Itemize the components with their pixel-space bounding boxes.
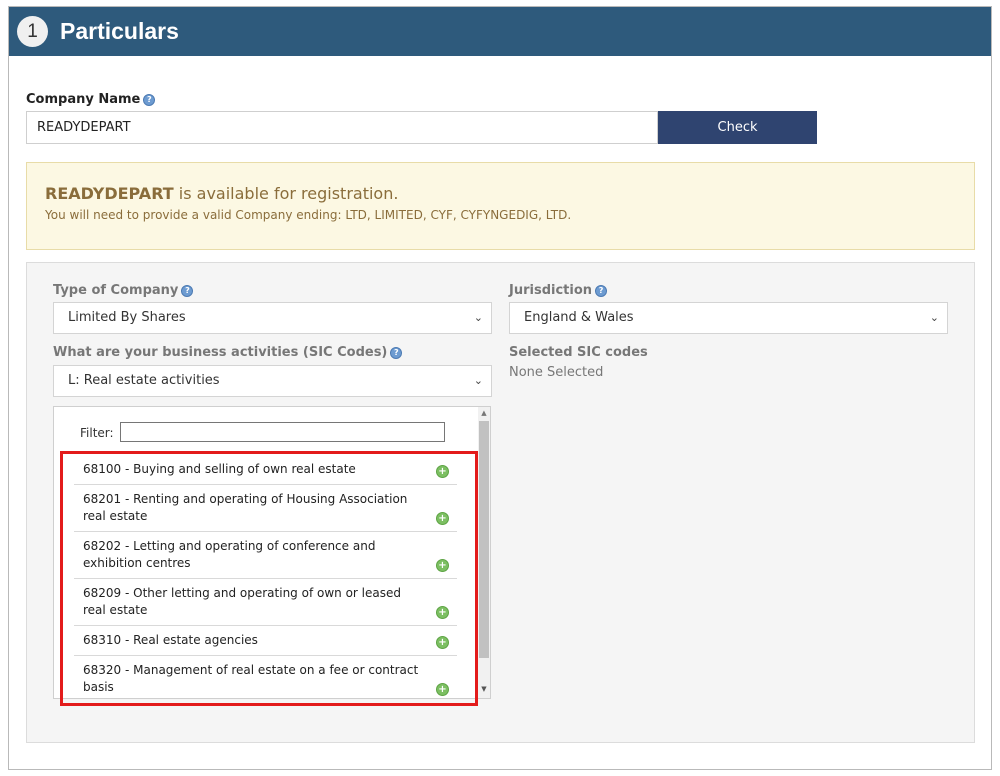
list-item[interactable]: 68202 - Letting and operating of confere… — [74, 532, 457, 579]
selected-sic-label: Selected SIC codes — [509, 345, 648, 360]
help-icon[interactable]: ? — [181, 284, 194, 297]
list-item[interactable]: 68320 - Management of real estate on a f… — [74, 656, 457, 698]
scroll-down-icon[interactable]: ▼ — [478, 685, 490, 693]
sic-codes-label-text: What are your business activities (SIC C… — [53, 345, 388, 360]
sic-item-label: 68209 - Other letting and operating of o… — [83, 586, 401, 617]
availability-alert: READYDEPART is available for registratio… — [26, 162, 975, 250]
chevron-down-icon: ⌄ — [473, 374, 483, 387]
company-details-panel: Type of Company? Limited By Shares ⌄ Jur… — [26, 262, 975, 743]
scroll-thumb[interactable] — [479, 421, 489, 658]
scroll-up-icon[interactable]: ▲ — [478, 409, 490, 417]
add-icon[interactable]: + — [436, 606, 449, 619]
filter-label: Filter: — [80, 426, 114, 440]
check-button[interactable]: Check — [658, 111, 817, 144]
available-company-name: READYDEPART — [45, 184, 174, 203]
help-icon[interactable]: ? — [595, 284, 608, 297]
section-header: 1 Particulars — [9, 7, 991, 56]
add-icon[interactable]: + — [436, 683, 449, 696]
sic-item-label: 68310 - Real estate agencies — [83, 633, 258, 647]
list-item[interactable]: 68209 - Other letting and operating of o… — [74, 579, 457, 626]
jurisdiction-label-text: Jurisdiction — [509, 283, 593, 298]
add-icon[interactable]: + — [436, 465, 449, 478]
list-item[interactable]: 68310 - Real estate agencies + — [74, 626, 457, 656]
type-of-company-label: Type of Company? — [53, 283, 194, 298]
jurisdiction-label: Jurisdiction? — [509, 283, 608, 298]
sic-section-select[interactable]: L: Real estate activities ⌄ — [53, 365, 492, 397]
company-type-select[interactable]: Limited By Shares ⌄ — [53, 302, 492, 334]
company-name-label-text: Company Name — [26, 92, 141, 107]
list-scrollbar[interactable]: ▲ ▼ — [478, 407, 490, 698]
add-icon[interactable]: + — [436, 636, 449, 649]
availability-message: READYDEPART is available for registratio… — [45, 184, 398, 203]
list-item[interactable]: 68201 - Renting and operating of Housing… — [74, 485, 457, 532]
sic-codes-label: What are your business activities (SIC C… — [53, 345, 403, 360]
particulars-panel: 1 Particulars Company Name? Check READYD… — [8, 6, 992, 770]
add-icon[interactable]: + — [436, 512, 449, 525]
jurisdiction-select[interactable]: England & Wales ⌄ — [509, 302, 948, 334]
jurisdiction-value: England & Wales — [524, 310, 634, 325]
sic-code-list[interactable]: Filter: 68100 - Buying and selling of ow… — [53, 406, 491, 699]
sic-item-label: 68201 - Renting and operating of Housing… — [83, 492, 408, 523]
chevron-down-icon: ⌄ — [473, 311, 483, 324]
company-type-value: Limited By Shares — [68, 310, 186, 325]
chevron-down-icon: ⌄ — [929, 311, 939, 324]
availability-text: is available for registration. — [173, 184, 399, 203]
type-of-company-label-text: Type of Company — [53, 283, 179, 298]
sic-section-value: L: Real estate activities — [68, 373, 220, 388]
company-name-input[interactable] — [26, 111, 658, 144]
sic-items: 68100 - Buying and selling of own real e… — [74, 455, 457, 698]
section-title: Particulars — [60, 18, 179, 44]
sic-item-label: 68100 - Buying and selling of own real e… — [83, 462, 356, 476]
add-icon[interactable]: + — [436, 559, 449, 572]
list-item[interactable]: 68100 - Buying and selling of own real e… — [74, 455, 457, 485]
sic-item-label: 68320 - Management of real estate on a f… — [83, 663, 419, 694]
sic-item-label: 68202 - Letting and operating of confere… — [83, 539, 376, 570]
step-number: 1 — [17, 16, 48, 47]
help-icon[interactable]: ? — [390, 346, 403, 359]
company-ending-hint: You will need to provide a valid Company… — [45, 208, 572, 222]
selected-sic-value: None Selected — [509, 365, 604, 380]
company-name-label: Company Name? — [26, 92, 156, 107]
filter-input[interactable] — [120, 422, 445, 442]
help-icon[interactable]: ? — [143, 93, 156, 106]
